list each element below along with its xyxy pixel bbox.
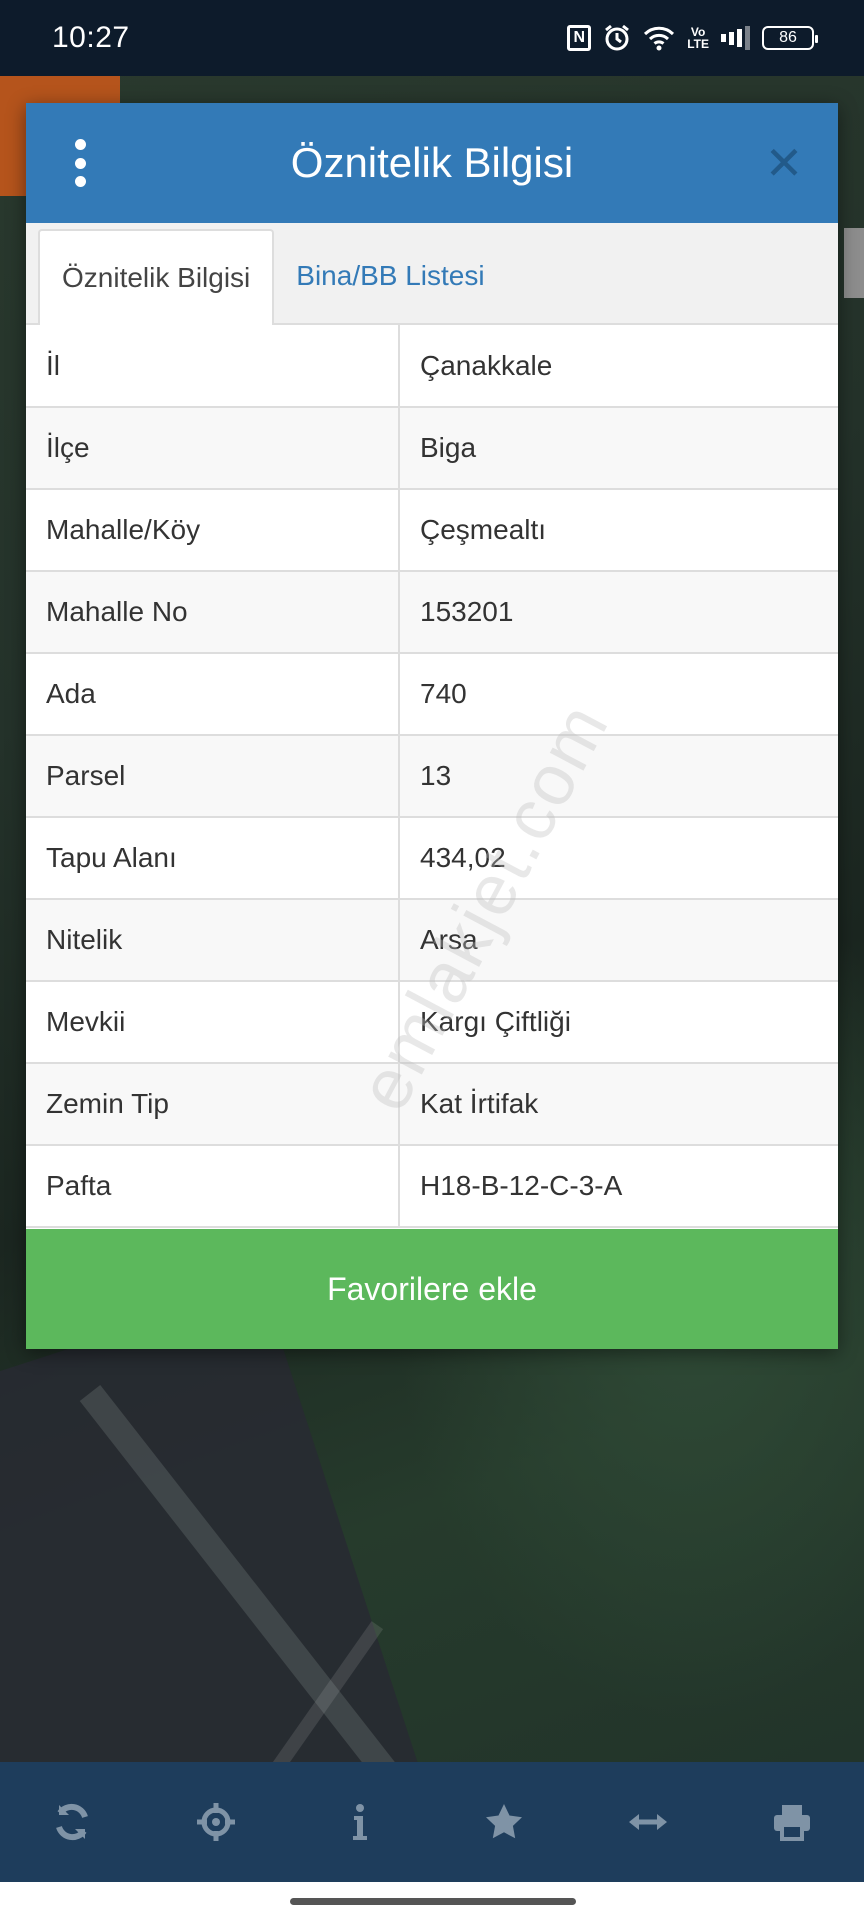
modal-header: Öznitelik Bilgisi ✕: [26, 103, 838, 223]
table-row: İlçe Biga: [26, 407, 838, 490]
info-icon: [353, 1804, 367, 1840]
row-key: Mahalle/Köy: [26, 489, 400, 572]
wifi-icon: [643, 25, 675, 51]
refresh-button[interactable]: [32, 1782, 112, 1862]
alarm-icon: [603, 24, 631, 52]
attribute-info-modal: Öznitelik Bilgisi ✕ Öznitelik Bilgisi Bi…: [26, 103, 838, 1349]
row-value: Çeşmealtı: [399, 489, 838, 572]
tab-label: Bina/BB Listesi: [296, 260, 485, 291]
bottom-toolbar: [0, 1762, 864, 1882]
signal-icon: [721, 26, 750, 50]
row-value: H18-B-12-C-3-A: [399, 1145, 838, 1228]
row-value: Çanakkale: [399, 325, 838, 408]
status-time: 10:27: [52, 21, 130, 54]
battery-level: 86: [779, 29, 797, 46]
row-key: İlçe: [26, 407, 400, 490]
row-key: Ada: [26, 653, 400, 736]
add-favorite-label: Favorilere ekle: [327, 1270, 537, 1307]
row-key: Mahalle No: [26, 571, 400, 654]
row-value: Biga: [399, 407, 838, 490]
table-row: Zemin Tip Kat İrtifak: [26, 1063, 838, 1146]
row-key: Parsel: [26, 735, 400, 818]
side-scroll-handle: [844, 228, 864, 298]
favorites-button[interactable]: [464, 1782, 544, 1862]
table-row: İl Çanakkale: [26, 325, 838, 408]
tab-label: Öznitelik Bilgisi: [62, 262, 251, 293]
add-favorite-button[interactable]: Favorilere ekle: [26, 1229, 838, 1349]
close-icon[interactable]: ✕: [760, 139, 808, 187]
locate-button[interactable]: [176, 1782, 256, 1862]
refresh-icon: [56, 1803, 88, 1841]
map-field: [0, 1285, 436, 1762]
home-gesture-bar[interactable]: [290, 1898, 576, 1905]
kebab-menu-icon[interactable]: [68, 139, 92, 187]
table-row: Nitelik Arsa: [26, 899, 838, 982]
row-value: 740: [399, 653, 838, 736]
row-key: Zemin Tip: [26, 1063, 400, 1146]
row-value: 13: [399, 735, 838, 818]
volte-bottom: LTE: [687, 37, 709, 51]
row-key: Nitelik: [26, 899, 400, 982]
row-value: Kat İrtifak: [399, 1063, 838, 1146]
table-row: Mahalle/Köy Çeşmealtı: [26, 489, 838, 572]
system-nav-bar: [0, 1882, 864, 1920]
attribute-table: İl Çanakkale İlçe Biga Mahalle/Köy Çeşmealt…: [26, 325, 838, 1228]
table-row: Tapu Alanı 434,02: [26, 817, 838, 900]
print-icon: [774, 1805, 810, 1841]
row-value: 434,02: [399, 817, 838, 900]
table-row: Ada 740: [26, 653, 838, 736]
row-key: Pafta: [26, 1145, 400, 1228]
row-value: Kargı Çiftliği: [399, 981, 838, 1064]
tab-attribute-info[interactable]: Öznitelik Bilgisi: [38, 229, 275, 325]
nfc-icon: N: [567, 25, 592, 51]
table-row: Mevkii Kargı Çiftliği: [26, 981, 838, 1064]
row-key: Mevkii: [26, 981, 400, 1064]
info-button[interactable]: [320, 1782, 400, 1862]
measure-icon: [629, 1814, 667, 1830]
row-value: Arsa: [399, 899, 838, 982]
measure-button[interactable]: [608, 1782, 688, 1862]
table-row: Mahalle No 153201: [26, 571, 838, 654]
status-bar: 10:27 N Vo LTE 86: [0, 0, 864, 76]
battery-icon: 86: [762, 26, 818, 50]
status-icons: N Vo LTE 86: [567, 24, 818, 52]
star-icon: [486, 1804, 522, 1839]
modal-title: Öznitelik Bilgisi: [290, 139, 574, 186]
volte-icon: Vo LTE: [687, 26, 709, 50]
print-button[interactable]: [752, 1782, 832, 1862]
tab-bar: Öznitelik Bilgisi Bina/BB Listesi: [26, 223, 838, 325]
tab-building-list[interactable]: Bina/BB Listesi: [274, 229, 506, 323]
locate-icon: [197, 1803, 235, 1841]
row-key: Tapu Alanı: [26, 817, 400, 900]
row-value: 153201: [399, 571, 838, 654]
table-row: Pafta H18-B-12-C-3-A: [26, 1145, 838, 1228]
row-key: İl: [26, 325, 400, 408]
table-row: Parsel 13: [26, 735, 838, 818]
